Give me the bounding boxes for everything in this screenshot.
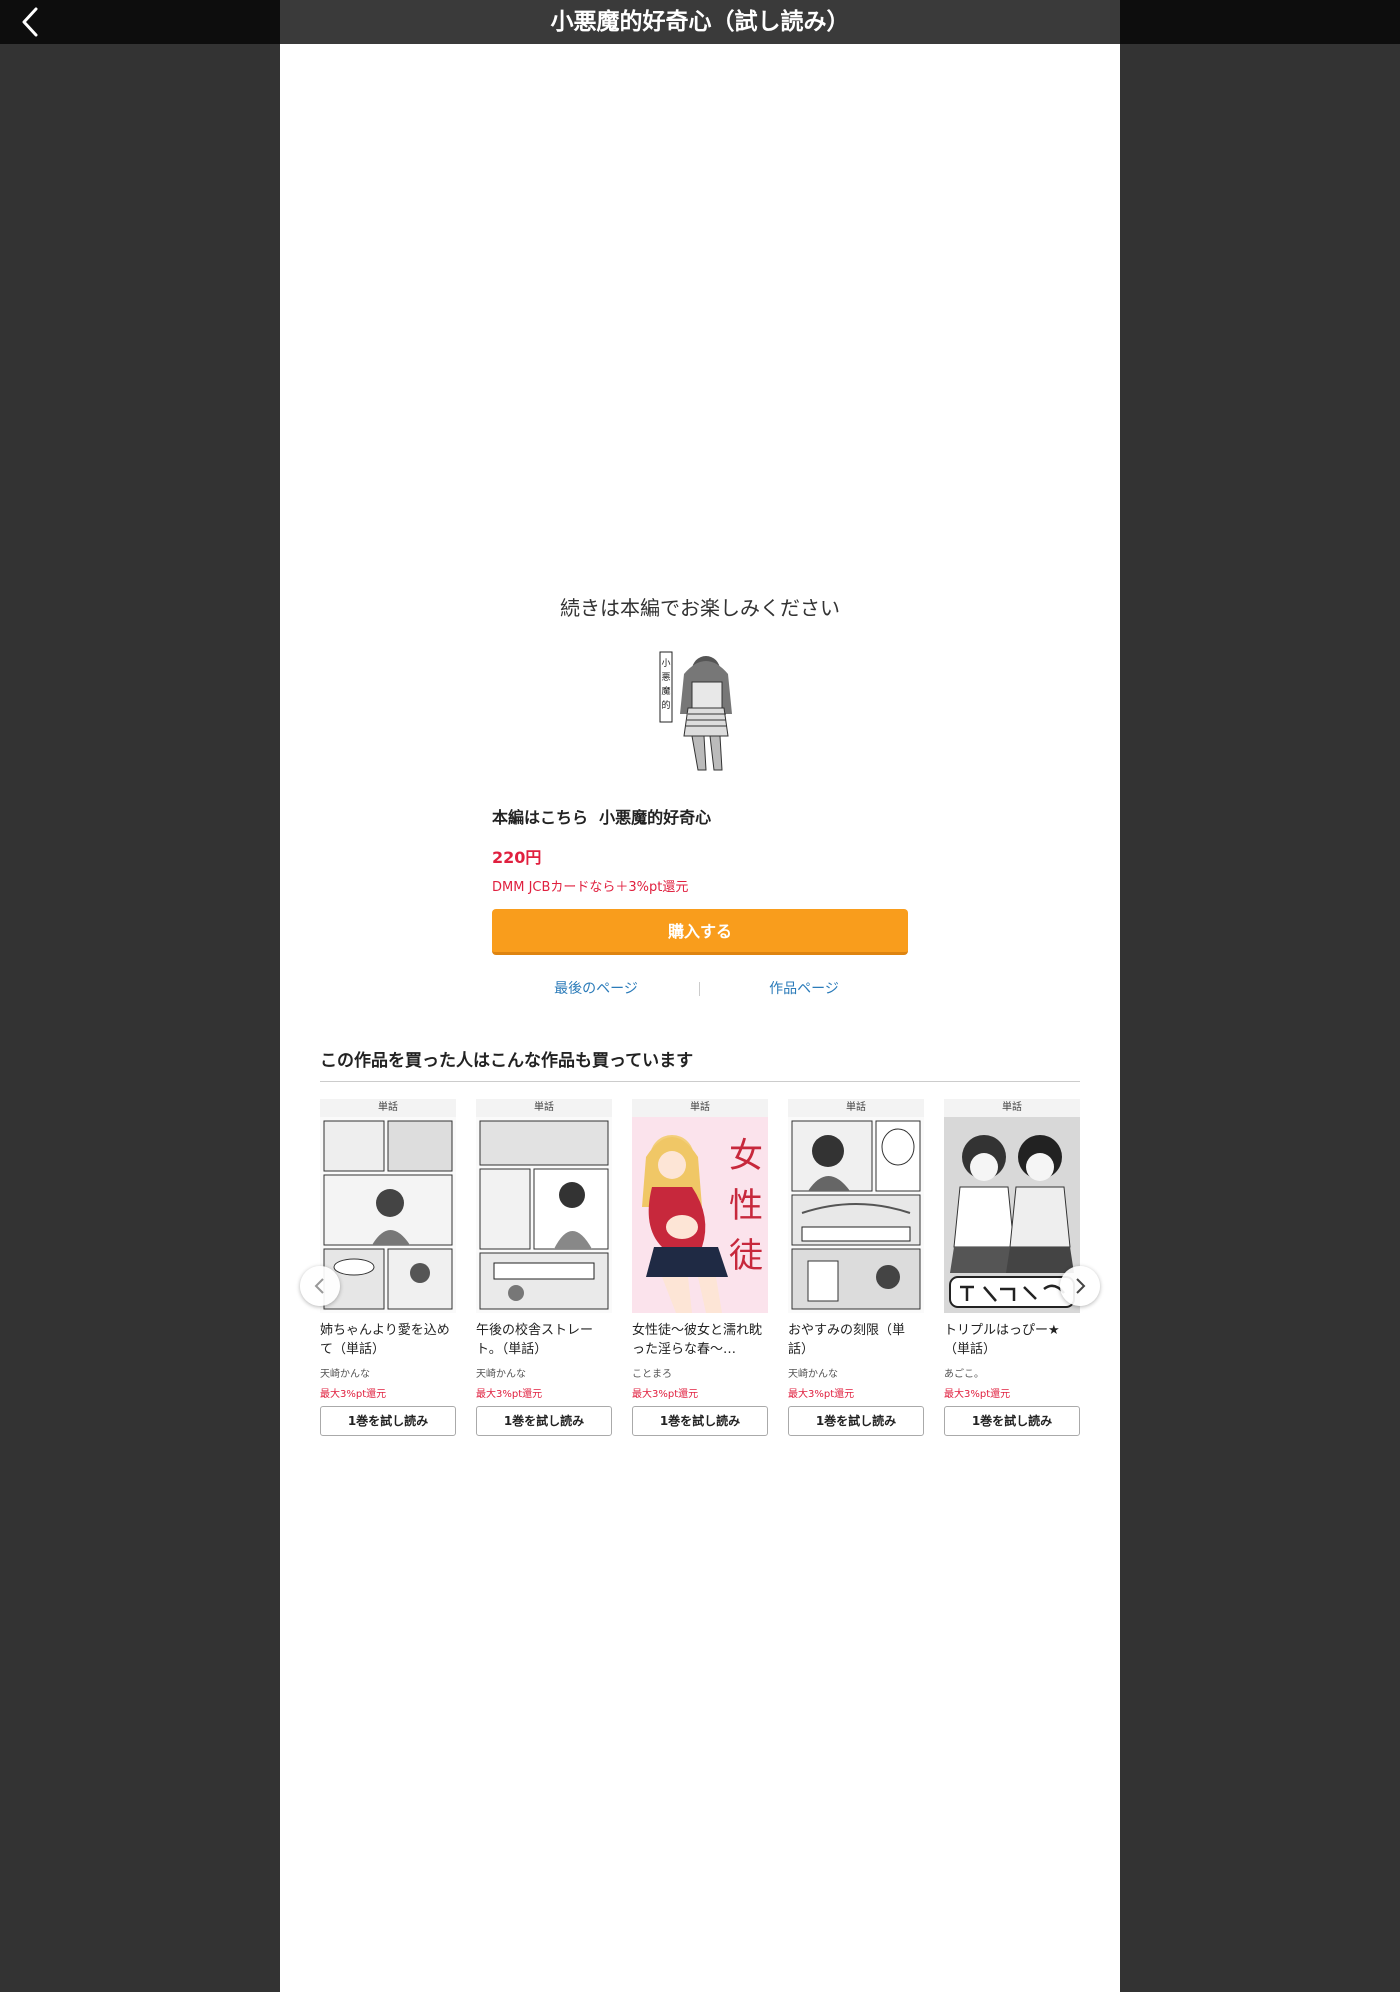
chevron-left-icon: [22, 7, 38, 37]
work-page-link[interactable]: 作品ページ: [700, 978, 908, 998]
chevron-right-icon: [1076, 1278, 1086, 1294]
recommend-item: 単話 姉ちゃんより愛を込めて（単話） 天崎かんな 最大3%pt還元 1巻を試し読…: [320, 1099, 456, 1436]
item-title[interactable]: トリプルはっぴー★（単話）: [944, 1321, 1080, 1359]
carousel-next-button[interactable]: [1060, 1266, 1100, 1306]
svg-text:的: 的: [661, 699, 670, 711]
content-panel: 続きは本編でお楽しみください 小 悪 魔 的 本編はこちら 小悪魔的好奇心 22…: [280, 44, 1120, 1992]
recommend-item: 単話 女 性 徒 女性徒～彼女と濡れ眈った淫らな春～… ことまろ 最大3%pt還…: [632, 1099, 768, 1436]
svg-text:小: 小: [661, 658, 670, 669]
svg-text:女: 女: [729, 1136, 763, 1176]
card-point-note: DMM JCBカードなら＋3%pt還元: [492, 880, 689, 895]
back-button[interactable]: [14, 4, 50, 40]
item-thumbnail[interactable]: 単話 女 性 徒: [632, 1099, 768, 1313]
item-points: 最大3%pt還元: [320, 1389, 387, 1400]
trial-read-button[interactable]: 1巻を試し読み: [632, 1406, 768, 1436]
page-links: 最後のページ 作品ページ: [492, 978, 908, 1002]
item-title[interactable]: 姉ちゃんより愛を込めて（単話）: [320, 1321, 456, 1359]
item-badge: 単話: [788, 1099, 924, 1117]
item-badge: 単話: [320, 1099, 456, 1117]
item-points: 最大3%pt還元: [476, 1389, 543, 1400]
last-page-link[interactable]: 最後のページ: [492, 978, 700, 998]
item-author[interactable]: あごこ。: [944, 1365, 1080, 1380]
purchase-block: 本編はこちら 小悪魔的好奇心 220円 DMM JCBカードなら＋3%pt還元 …: [492, 804, 908, 955]
carousel-prev-button[interactable]: [300, 1266, 340, 1306]
recommend-heading: この作品を買った人はこんな作品も買っています: [320, 1051, 694, 1071]
item-badge: 単話: [632, 1099, 768, 1117]
item-author[interactable]: 天崎かんな: [788, 1365, 924, 1380]
price: 220円: [492, 848, 542, 867]
main-work-title[interactable]: 小悪魔的好奇心: [599, 808, 711, 827]
item-title[interactable]: おやすみの刻限（単話）: [788, 1321, 924, 1359]
book-cover-thumbnail[interactable]: 小 悪 魔 的: [654, 644, 746, 772]
trial-read-button[interactable]: 1巻を試し読み: [476, 1406, 612, 1436]
svg-text:悪: 悪: [661, 672, 670, 683]
item-title[interactable]: 女性徒～彼女と濡れ眈った淫らな春～…: [632, 1321, 768, 1359]
item-points: 最大3%pt還元: [632, 1389, 699, 1400]
page-title: 小悪魔的好奇心（試し読み）: [550, 9, 850, 35]
trial-read-button[interactable]: 1巻を試し読み: [788, 1406, 924, 1436]
chevron-left-icon: [314, 1278, 324, 1294]
svg-text:性: 性: [729, 1186, 763, 1226]
buy-button[interactable]: 購入する: [492, 909, 908, 955]
item-thumbnail[interactable]: 単話: [788, 1099, 924, 1313]
recommend-item: 単話 おやすみの刻限（単話） 天崎かんな 最大3%pt還元 1巻を試し読み: [788, 1099, 924, 1436]
item-points: 最大3%pt還元: [944, 1389, 1011, 1400]
recommend-item: 単話 午後の校舎ストレート。（単話） 天崎かんな 最大3%pt還元 1巻を試し読…: [476, 1099, 612, 1436]
trial-read-button[interactable]: 1巻を試し読み: [944, 1406, 1080, 1436]
continue-message: 続きは本編でお楽しみください: [560, 596, 840, 620]
item-author[interactable]: 天崎かんな: [320, 1365, 456, 1380]
item-thumbnail[interactable]: 単話: [320, 1099, 456, 1313]
svg-text:徒: 徒: [729, 1236, 763, 1276]
item-points: 最大3%pt還元: [788, 1389, 855, 1400]
main-work-label: 本編はこちら: [492, 808, 589, 827]
svg-text:魔: 魔: [661, 685, 670, 697]
item-author[interactable]: ことまろ: [632, 1365, 768, 1380]
item-badge: 単話: [944, 1099, 1080, 1117]
trial-read-button[interactable]: 1巻を試し読み: [320, 1406, 456, 1436]
recommend-item: 単話 トリプルはっぴー★（単話） あごこ。 最大3%pt還元 1巻を試し読み: [944, 1099, 1080, 1436]
item-title[interactable]: 午後の校舎ストレート。（単話）: [476, 1321, 612, 1359]
item-thumbnail[interactable]: 単話: [476, 1099, 612, 1313]
main-work-line: 本編はこちら 小悪魔的好奇心: [492, 804, 908, 828]
recommend-divider: [320, 1081, 1080, 1082]
item-author[interactable]: 天崎かんな: [476, 1365, 612, 1380]
item-badge: 単話: [476, 1099, 612, 1117]
